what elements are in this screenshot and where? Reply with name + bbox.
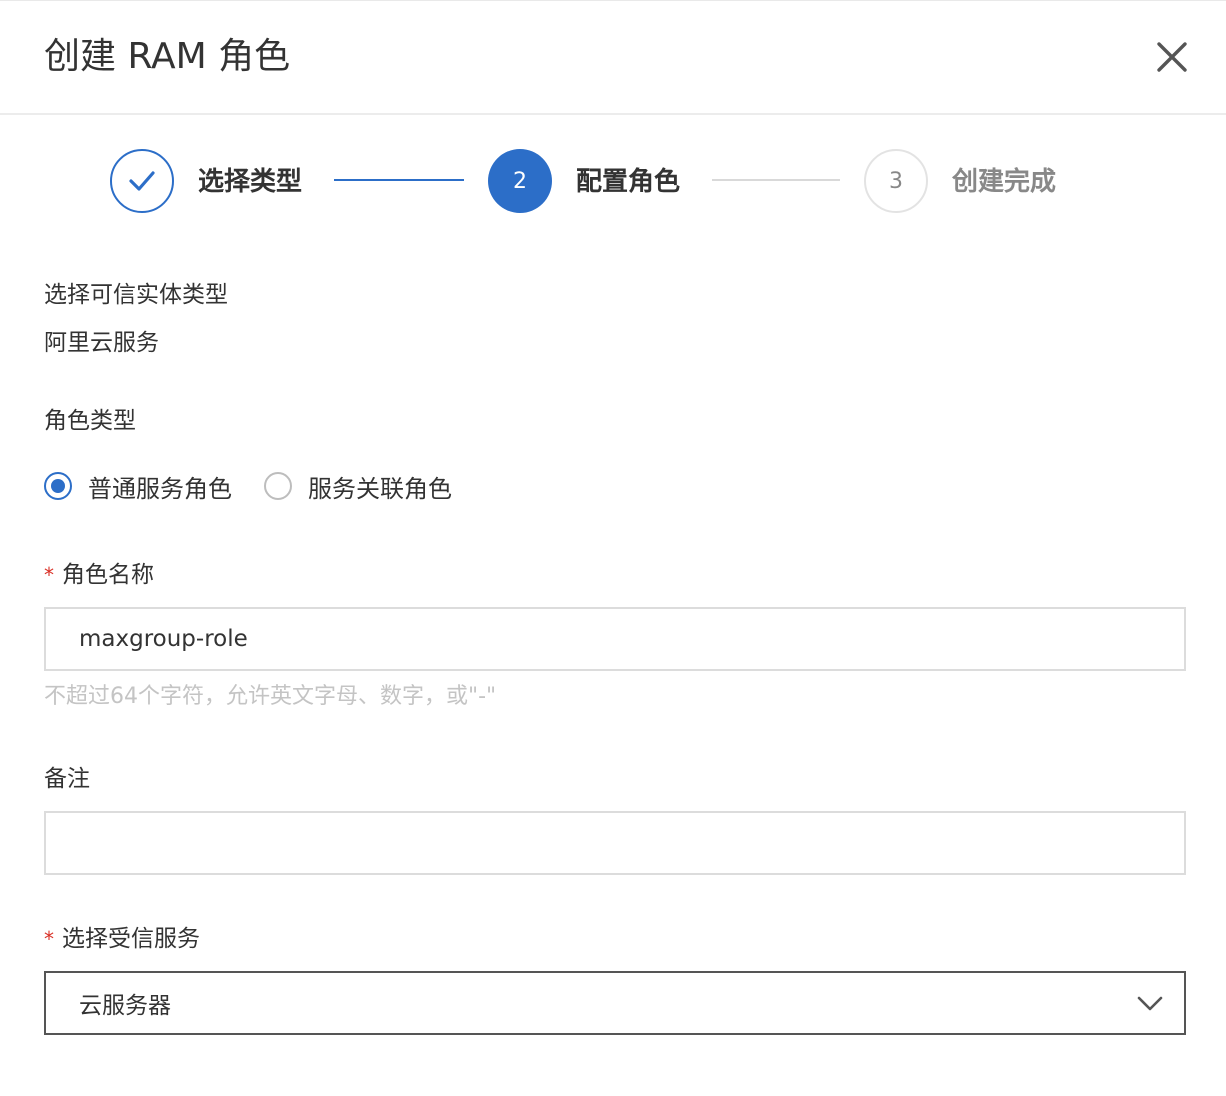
trusted-service-label-text: 选择受信服务 xyxy=(62,926,200,952)
step-connector-1 xyxy=(334,179,464,181)
close-button[interactable] xyxy=(1150,35,1194,79)
step-2-label: 配置角色 xyxy=(576,167,681,197)
radio-label: 普通服务角色 xyxy=(88,474,232,503)
trusted-service-select[interactable]: 云服务器 xyxy=(44,971,1186,1035)
radio-service-linked-role[interactable]: 服务关联角色 xyxy=(264,469,452,503)
check-icon xyxy=(129,171,155,191)
role-name-input[interactable]: maxgroup-role xyxy=(44,607,1186,671)
radio-checked-icon xyxy=(44,472,72,500)
radio-label: 服务关联角色 xyxy=(308,474,452,503)
remark-input[interactable] xyxy=(44,811,1186,875)
trusted-service-label: * 选择受信服务 xyxy=(44,924,200,954)
role-name-input-value: maxgroup-role xyxy=(79,626,248,652)
close-icon xyxy=(1157,42,1187,72)
dialog-header: 创建 RAM 角色 xyxy=(0,1,1226,115)
remark-label: 备注 xyxy=(44,766,90,792)
step-1-circle xyxy=(110,149,174,213)
trusted-service-selected-value: 云服务器 xyxy=(79,993,171,1019)
step-3-label: 创建完成 xyxy=(952,167,1057,197)
role-type-label: 角色类型 xyxy=(44,408,136,434)
create-ram-role-dialog: 创建 RAM 角色 选择类型 2 配置角色 3 创建完成 选择可信实体类型 阿里… xyxy=(0,0,1226,1096)
required-mark: * xyxy=(44,927,54,951)
role-name-label: * 角色名称 xyxy=(44,560,154,590)
step-connector-2 xyxy=(712,179,840,181)
radio-unchecked-icon xyxy=(264,472,292,500)
required-mark: * xyxy=(44,563,54,587)
step-2-circle: 2 xyxy=(488,149,552,213)
dialog-title: 创建 RAM 角色 xyxy=(44,36,291,77)
chevron-down-icon xyxy=(1137,996,1163,1011)
role-name-hint: 不超过64个字符，允许英文字母、数字，或"-" xyxy=(44,684,497,709)
step-3-circle: 3 xyxy=(864,149,928,213)
step-1-label: 选择类型 xyxy=(198,167,303,197)
role-name-label-text: 角色名称 xyxy=(62,562,154,588)
trusted-entity-value: 阿里云服务 xyxy=(44,330,159,356)
trusted-entity-label: 选择可信实体类型 xyxy=(44,282,228,308)
radio-normal-service-role[interactable]: 普通服务角色 xyxy=(44,469,232,503)
